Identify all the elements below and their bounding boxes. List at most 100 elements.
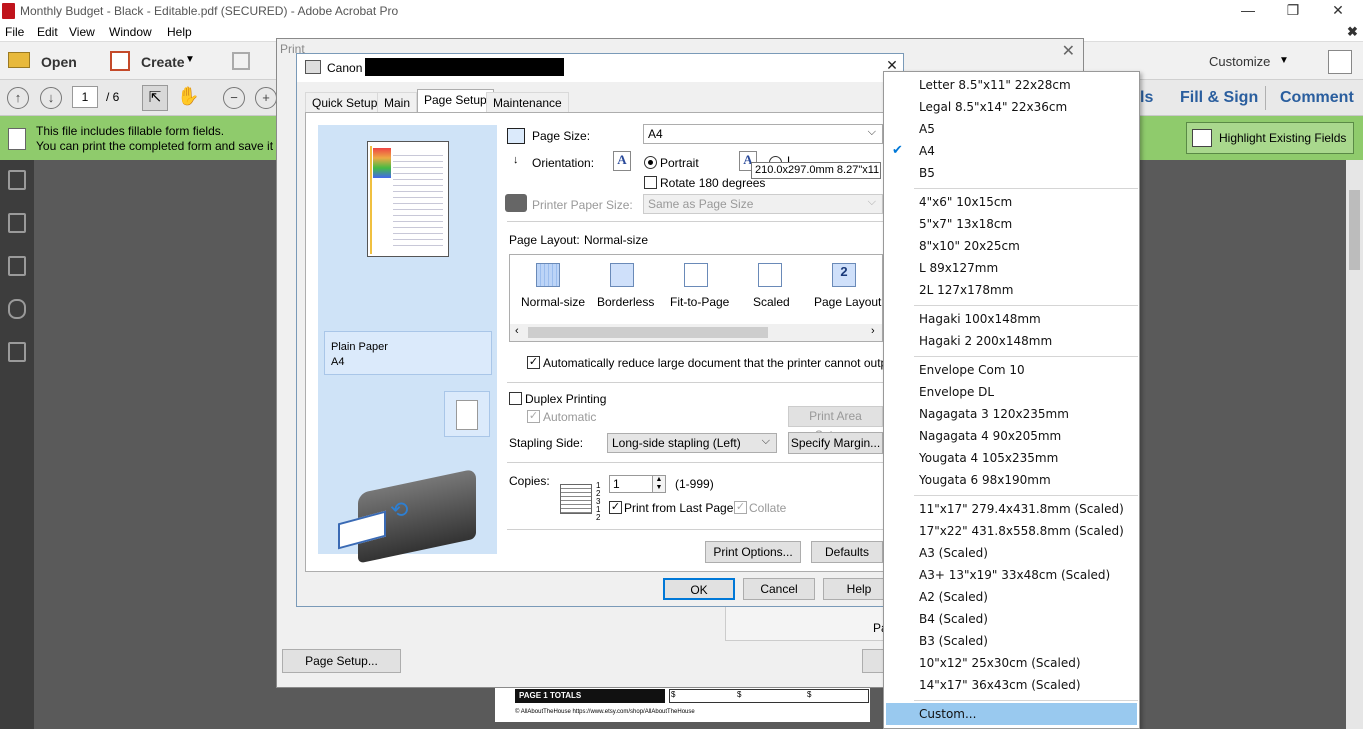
dropdown-item[interactable]: B3 (Scaled)	[919, 634, 988, 648]
scaled-layout-icon[interactable]	[758, 263, 782, 287]
bookmarks-icon[interactable]	[8, 256, 26, 276]
dropdown-item[interactable]: 2L 127x178mm	[919, 283, 1013, 297]
page-thumbnails-icon[interactable]	[8, 213, 26, 233]
attachments-icon[interactable]	[8, 299, 26, 319]
layout-normal-size[interactable]: Normal-size	[521, 295, 585, 309]
defaults-button[interactable]: Defaults	[811, 541, 883, 563]
auto-reduce-label[interactable]: Automatically reduce large document that…	[543, 356, 897, 370]
dropdown-item[interactable]: A3+ 13"x19" 33x48cm (Scaled)	[919, 568, 1110, 582]
close-icon[interactable]: ✕	[1315, 0, 1361, 22]
page-setup-button[interactable]: Page Setup...	[282, 649, 401, 673]
tools-pane-button[interactable]: ls	[1140, 89, 1153, 107]
dropdown-item[interactable]: 5"x7" 13x18cm	[919, 217, 1012, 231]
page-size-dropdown[interactable]: ✔ Letter 8.5"x11" 22x28cm Legal 8.5"x14"…	[883, 71, 1140, 729]
dropdown-item[interactable]: A3 (Scaled)	[919, 546, 988, 560]
menu-edit[interactable]: Edit	[37, 25, 58, 39]
rotate-checkbox[interactable]	[644, 176, 657, 189]
dropdown-item[interactable]: 4"x6" 10x15cm	[919, 195, 1012, 209]
stapling-select[interactable]: Long-side stapling (Left) ⌵	[607, 433, 777, 453]
menu-help[interactable]: Help	[167, 25, 192, 39]
dropdown-item[interactable]: L 89x127mm	[919, 261, 998, 275]
print-from-last-label[interactable]: Print from Last Page	[624, 501, 733, 515]
lock-icon[interactable]	[8, 170, 26, 190]
dropdown-item[interactable]: B5	[919, 166, 935, 180]
automatic-checkbox[interactable]: ✓	[527, 410, 540, 423]
print-options-button[interactable]: Print Options...	[705, 541, 801, 563]
page-layout-list[interactable]: 2 Normal-size Borderless Fit-to-Page Sca…	[509, 254, 883, 342]
normal-size-layout-icon[interactable]	[536, 263, 560, 287]
dropdown-item[interactable]: B4 (Scaled)	[919, 612, 988, 626]
portrait-radio[interactable]	[644, 156, 657, 169]
duplex-checkbox[interactable]	[509, 392, 522, 405]
menu-view[interactable]: View	[69, 25, 95, 39]
page-number-input[interactable]: 1	[72, 86, 98, 108]
dropdown-item[interactable]: Nagagata 3 120x235mm	[919, 407, 1069, 421]
dropdown-item-selected[interactable]: A4	[919, 144, 935, 158]
menu-window[interactable]: Window	[109, 25, 152, 39]
fit-to-page-layout-icon[interactable]	[684, 263, 708, 287]
rotate-label[interactable]: Rotate 180 degrees	[660, 176, 765, 190]
scroll-right-icon[interactable]: ›	[871, 325, 875, 337]
collate-label[interactable]: Collate	[749, 501, 786, 515]
print-from-last-checkbox[interactable]: ✓	[609, 501, 622, 514]
dropdown-item[interactable]: 11"x17" 279.4x431.8mm (Scaled)	[919, 502, 1124, 516]
layout-scrollbar[interactable]: ‹ ›	[510, 324, 882, 341]
dropdown-item[interactable]: Hagaki 100x148mm	[919, 312, 1041, 326]
layout-fit-to-page[interactable]: Fit-to-Page	[670, 295, 729, 309]
page-size-select[interactable]: A4 ⌵	[643, 124, 883, 144]
dropdown-item[interactable]: 8"x10" 20x25cm	[919, 239, 1020, 253]
dropdown-item[interactable]: 10"x12" 25x30cm (Scaled)	[919, 656, 1081, 670]
borderless-layout-icon[interactable]	[610, 263, 634, 287]
select-tool-icon[interactable]: ⇱	[142, 85, 168, 111]
previous-page-icon[interactable]: ↑	[7, 87, 29, 109]
automatic-label[interactable]: Automatic	[543, 410, 596, 424]
restore-icon[interactable]: ❐	[1270, 0, 1316, 22]
dropdown-item[interactable]: 17"x22" 431.8x558.8mm (Scaled)	[919, 524, 1124, 538]
customize-button[interactable]: Customize	[1209, 54, 1270, 69]
tab-quick-setup[interactable]: Quick Setup	[305, 92, 385, 112]
layout-page-layout[interactable]: Page Layout	[814, 295, 881, 309]
close-document-icon[interactable]: ✖	[1347, 24, 1358, 40]
printer-paper-select[interactable]: Same as Page Size ⌵	[643, 194, 883, 214]
collate-checkbox[interactable]: ✓	[734, 501, 747, 514]
ok-button[interactable]: OK	[663, 578, 735, 600]
print-dialog-close-icon[interactable]: ✕	[1062, 41, 1075, 61]
dropdown-item[interactable]: 14"x17" 36x43cm (Scaled)	[919, 678, 1081, 692]
signatures-icon[interactable]	[8, 342, 26, 362]
tab-maintenance[interactable]: Maintenance	[486, 92, 569, 112]
duplex-label[interactable]: Duplex Printing	[525, 392, 606, 406]
page-layout-layout-icon[interactable]: 2	[832, 263, 856, 287]
dropdown-item[interactable]: Letter 8.5"x11" 22x28cm	[919, 78, 1071, 92]
dropdown-item[interactable]: Hagaki 2 200x148mm	[919, 334, 1052, 348]
tab-page-setup[interactable]: Page Setup	[417, 89, 494, 113]
dropdown-item[interactable]: Nagagata 4 90x205mm	[919, 429, 1061, 443]
dropdown-item[interactable]: A5	[919, 122, 935, 136]
comment-button[interactable]: Comment	[1280, 89, 1354, 107]
specify-margin-button[interactable]: Specify Margin...	[788, 432, 883, 454]
minimize-icon[interactable]: —	[1225, 0, 1271, 22]
tab-main[interactable]: Main	[377, 92, 418, 112]
cancel-button[interactable]: Cancel	[743, 578, 815, 600]
customize-chevron-icon[interactable]: ▼	[1279, 55, 1289, 66]
layout-borderless[interactable]: Borderless	[597, 295, 654, 309]
fullscreen-icon[interactable]	[1328, 50, 1352, 74]
dropdown-item-custom[interactable]: Custom...	[919, 707, 976, 721]
chevron-down-icon[interactable]: ▼	[185, 54, 195, 65]
dropdown-item[interactable]: Envelope Com 10	[919, 363, 1025, 377]
menu-file[interactable]: File	[5, 25, 24, 39]
copies-spinner-icon[interactable]: ▲ ▼	[652, 475, 666, 493]
dropdown-item[interactable]: A2 (Scaled)	[919, 590, 988, 604]
dropdown-item[interactable]: Legal 8.5"x14" 22x36cm	[919, 100, 1067, 114]
next-page-icon[interactable]: ↓	[40, 87, 62, 109]
scroll-left-icon[interactable]: ‹	[515, 325, 519, 337]
dropdown-item[interactable]: Yougata 6 98x190mm	[919, 473, 1051, 487]
print-button-partial[interactable]	[862, 649, 884, 673]
save-icon[interactable]	[232, 52, 250, 70]
print-area-setup-button[interactable]: Print Area Setup...	[788, 406, 883, 442]
layout-scaled[interactable]: Scaled	[753, 295, 790, 309]
create-button[interactable]: Create	[141, 54, 185, 70]
copies-input[interactable]: 1	[609, 475, 653, 493]
dropdown-item[interactable]: Yougata 4 105x235mm	[919, 451, 1058, 465]
zoom-out-icon[interactable]: −	[223, 87, 245, 109]
auto-reduce-checkbox[interactable]: ✓	[527, 356, 540, 369]
